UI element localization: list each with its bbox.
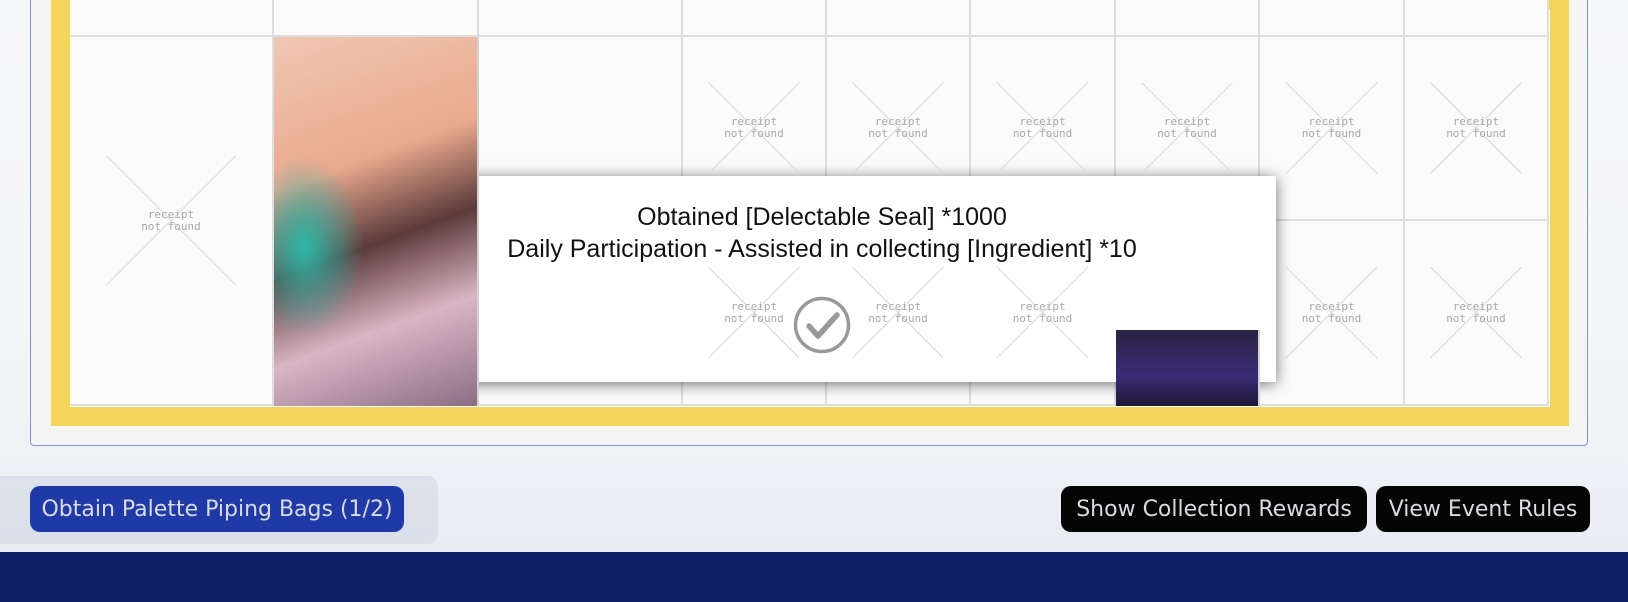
character-card-image — [1116, 330, 1260, 406]
receipt-not-found-label: receipt not found — [868, 115, 928, 140]
bottom-bar — [0, 552, 1628, 602]
receipt-not-found-label: receipt not found — [1301, 115, 1362, 140]
receipt-not-found-label: receipt not found — [1301, 299, 1362, 325]
collection-slot-empty: receipt not found — [70, 37, 274, 406]
receipt-not-found-label: receipt not found — [1446, 299, 1506, 325]
collection-slot-empty: receipt not found — [683, 37, 827, 221]
show-collection-rewards-button[interactable]: Show Collection Rewards — [1061, 486, 1367, 532]
view-event-rules-button[interactable]: View Event Rules — [1376, 486, 1590, 532]
receipt-not-found-label: receipt not found — [1012, 299, 1073, 325]
character-card-image — [274, 37, 479, 406]
obtain-piping-bags-button[interactable]: Obtain Palette Piping Bags (1/2) — [30, 486, 404, 532]
collection-slot-empty: receipt not found — [1405, 37, 1549, 221]
collection-slot-empty: receipt not found — [683, 221, 827, 406]
collection-slot-empty: receipt not found — [971, 37, 1116, 221]
receipt-not-found-label: receipt not found — [724, 115, 784, 140]
collection-slot-empty: receipt not found — [1405, 221, 1549, 406]
collection-slot-empty: receipt not found — [827, 221, 971, 406]
collection-slot-empty: receipt not found — [827, 37, 971, 221]
collection-slot-empty: receipt not found — [1260, 221, 1405, 406]
receipt-not-found-label: receipt not found — [1446, 115, 1506, 140]
receipt-not-found-label: receipt not found — [724, 299, 784, 325]
collection-slot-empty: receipt not found — [1116, 37, 1260, 221]
collection-slot-empty: receipt not found — [1260, 37, 1405, 221]
receipt-not-found-label: receipt not found — [868, 299, 928, 325]
receipt-not-found-label: receipt not found — [1012, 115, 1073, 140]
receipt-not-found-label: receipt not found — [1157, 115, 1217, 140]
collection-slot-empty: receipt not found — [971, 221, 1116, 406]
receipt-not-found-label: receipt not found — [141, 207, 201, 233]
